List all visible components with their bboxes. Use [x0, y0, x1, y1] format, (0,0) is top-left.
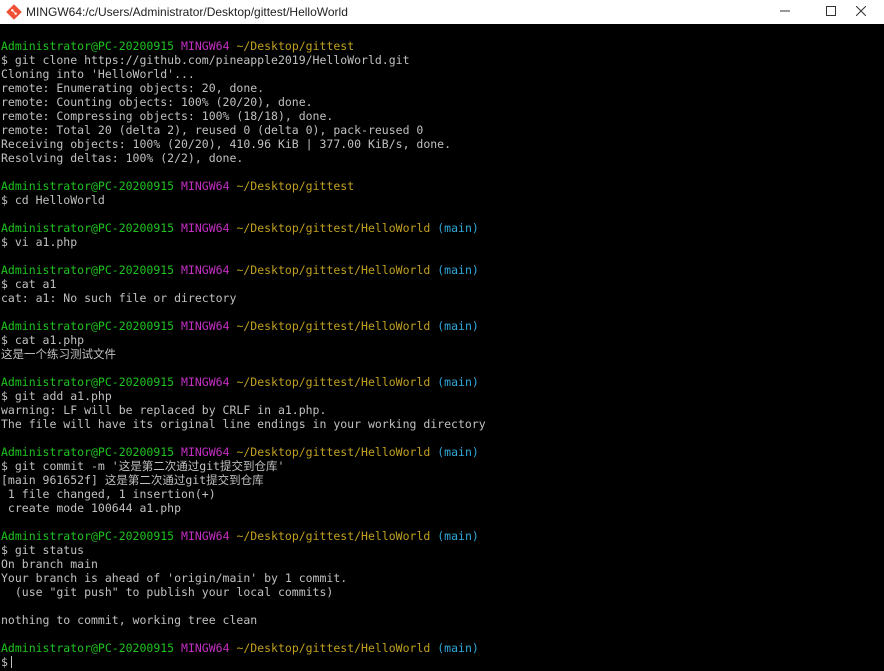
output-line: Receiving objects: 100% (20/20), 410.96 …	[1, 137, 452, 151]
prompt-shell: MINGW64	[181, 445, 230, 459]
prompt-branch: (main)	[437, 375, 479, 389]
prompt-user-host: Administrator@PC-20200915	[1, 319, 175, 333]
close-icon	[855, 5, 867, 19]
prompt-shell: MINGW64	[181, 263, 230, 277]
output-line: remote: Total 20 (delta 2), reused 0 (de…	[1, 123, 424, 137]
prompt-branch: (main)	[437, 221, 479, 235]
prompt-shell: MINGW64	[181, 641, 230, 655]
prompt-path: ~/Desktop/gittest/HelloWorld	[236, 263, 431, 277]
prompt-line: Administrator@PC-20200915 MINGW64 ~/Desk…	[1, 319, 479, 333]
text-cursor	[10, 656, 12, 668]
prompt-shell: MINGW64	[181, 319, 230, 333]
command-line: $ git clone https://github.com/pineapple…	[1, 53, 410, 67]
window-title: MINGW64:/c/Users/Administrator/Desktop/g…	[26, 5, 348, 19]
prompt-line: Administrator@PC-20200915 MINGW64 ~/Desk…	[1, 445, 479, 459]
output-line: On branch main	[1, 557, 98, 571]
prompt-shell: MINGW64	[181, 375, 230, 389]
prompt-path: ~/Desktop/gittest/HelloWorld	[236, 445, 431, 459]
output-line: [main 961652f] 这是第二次通过git提交到仓库	[1, 473, 264, 487]
prompt-user-host: Administrator@PC-20200915	[1, 529, 175, 543]
command-line: $ cd HelloWorld	[1, 193, 105, 207]
output-line: 这是一个练习测试文件	[1, 347, 116, 361]
prompt-line: Administrator@PC-20200915 MINGW64 ~/Desk…	[1, 529, 479, 543]
output-line: nothing to commit, working tree clean	[1, 613, 258, 627]
prompt-branch: (main)	[437, 529, 479, 543]
prompt-shell: MINGW64	[181, 179, 230, 193]
prompt-branch: (main)	[437, 263, 479, 277]
output-line: remote: Counting objects: 100% (20/20), …	[1, 95, 313, 109]
input-prompt: $	[1, 655, 8, 669]
prompt-line: Administrator@PC-20200915 MINGW64 ~/Desk…	[1, 641, 479, 655]
command-line: $ vi a1.php	[1, 235, 78, 249]
output-line: Your branch is ahead of 'origin/main' by…	[1, 571, 348, 585]
prompt-user-host: Administrator@PC-20200915	[1, 179, 175, 193]
prompt-path: ~/Desktop/gittest	[236, 39, 355, 53]
command-line: $ cat a1	[1, 277, 57, 291]
prompt-branch: (main)	[437, 641, 479, 655]
prompt-branch: (main)	[437, 445, 479, 459]
command-line: $ cat a1.php	[1, 333, 85, 347]
prompt-path: ~/Desktop/gittest/HelloWorld	[236, 375, 431, 389]
prompt-user-host: Administrator@PC-20200915	[1, 263, 175, 277]
command-line: $ git commit -m '这是第二次通过git提交到仓库'	[1, 459, 285, 473]
prompt-path: ~/Desktop/gittest/HelloWorld	[236, 319, 431, 333]
prompt-line: Administrator@PC-20200915 MINGW64 ~/Desk…	[1, 179, 354, 193]
output-line: cat: a1: No such file or directory	[1, 291, 237, 305]
prompt-user-host: Administrator@PC-20200915	[1, 375, 175, 389]
prompt-user-host: Administrator@PC-20200915	[1, 221, 175, 235]
output-line: Cloning into 'HelloWorld'...	[1, 67, 195, 81]
prompt-path: ~/Desktop/gittest/HelloWorld	[236, 529, 431, 543]
prompt-user-host: Administrator@PC-20200915	[1, 445, 175, 459]
git-bash-icon	[6, 4, 22, 20]
title-bar[interactable]: MINGW64:/c/Users/Administrator/Desktop/g…	[0, 0, 884, 24]
prompt-path: ~/Desktop/gittest	[236, 179, 355, 193]
output-line: (use "git push" to publish your local co…	[1, 585, 334, 599]
minimize-icon	[780, 5, 790, 19]
output-line: warning: LF will be replaced by CRLF in …	[1, 403, 327, 417]
input-line[interactable]: $	[1, 655, 12, 669]
close-button[interactable]	[838, 0, 884, 24]
terminal-output[interactable]: Administrator@PC-20200915 MINGW64 ~/Desk…	[0, 24, 884, 671]
command-line: $ git add a1.php	[1, 389, 112, 403]
prompt-shell: MINGW64	[181, 39, 230, 53]
output-line: remote: Enumerating objects: 20, done.	[1, 81, 265, 95]
output-line: The file will have its original line end…	[1, 417, 486, 431]
output-line: create mode 100644 a1.php	[1, 501, 182, 515]
prompt-branch: (main)	[437, 319, 479, 333]
prompt-line: Administrator@PC-20200915 MINGW64 ~/Desk…	[1, 221, 479, 235]
maximize-icon	[826, 5, 836, 19]
prompt-shell: MINGW64	[181, 221, 230, 235]
prompt-user-host: Administrator@PC-20200915	[1, 641, 175, 655]
prompt-shell: MINGW64	[181, 529, 230, 543]
prompt-line: Administrator@PC-20200915 MINGW64 ~/Desk…	[1, 375, 479, 389]
prompt-user-host: Administrator@PC-20200915	[1, 39, 175, 53]
prompt-path: ~/Desktop/gittest/HelloWorld	[236, 221, 431, 235]
command-line: $ git status	[1, 543, 85, 557]
prompt-path: ~/Desktop/gittest/HelloWorld	[236, 641, 431, 655]
output-line: Resolving deltas: 100% (2/2), done.	[1, 151, 244, 165]
output-line: 1 file changed, 1 insertion(+)	[1, 487, 216, 501]
minimize-button[interactable]	[762, 0, 808, 24]
prompt-line: Administrator@PC-20200915 MINGW64 ~/Desk…	[1, 39, 354, 53]
output-line: remote: Compressing objects: 100% (18/18…	[1, 109, 334, 123]
prompt-line: Administrator@PC-20200915 MINGW64 ~/Desk…	[1, 263, 479, 277]
